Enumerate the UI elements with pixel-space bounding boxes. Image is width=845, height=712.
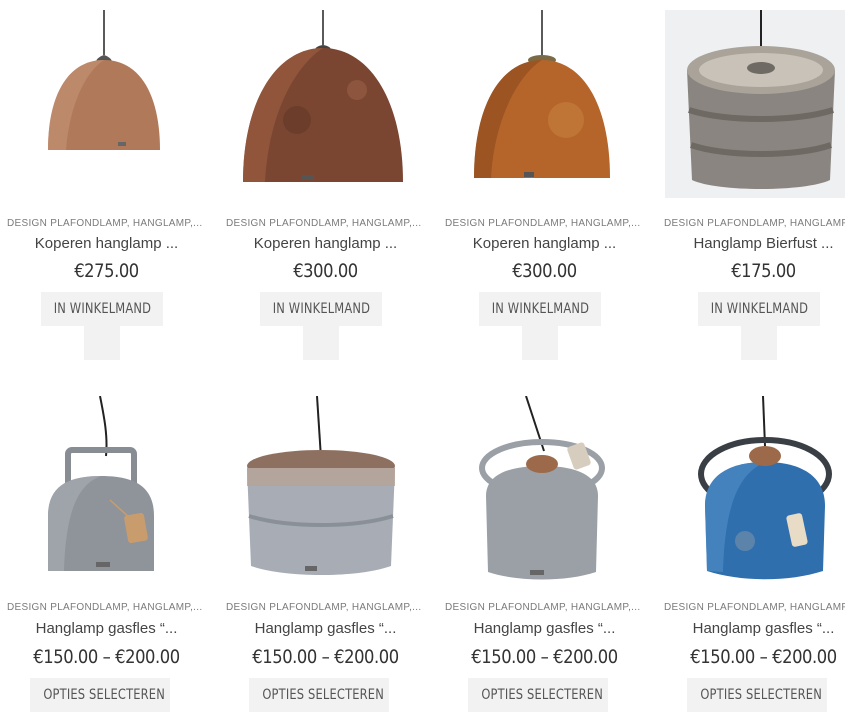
product-categories[interactable]: DESIGN PLAFONDLAMP, HANGLAMP,... (7, 602, 202, 613)
select-options-button[interactable]: OPTIES SELECTEREN (468, 678, 608, 712)
product-categories[interactable]: DESIGN PLAFONDLAMP, HANGLAMP,... (445, 602, 640, 613)
button-shadow-block (522, 326, 558, 360)
copper-dome-lamp-icon (243, 10, 403, 182)
product-title[interactable]: Koperen hanglamp ... (4, 235, 209, 252)
product-price: €150.00 – €200.00 (690, 646, 837, 668)
product-price: €150.00 – €200.00 (471, 646, 618, 668)
product-title[interactable]: Hanglamp gasfles “... (4, 620, 209, 637)
beer-keg-lamp-icon (687, 10, 835, 189)
gas-bottle-lamp-icon (247, 396, 395, 575)
product-image[interactable] (665, 396, 845, 584)
gas-bottle-lamp-icon (479, 396, 605, 580)
add-to-cart-button[interactable]: IN WINKELMAND (698, 292, 820, 326)
product-price: €275.00 (74, 260, 139, 282)
gas-bottle-lamp-icon (48, 396, 154, 571)
product-title[interactable]: Koperen hanglamp ... (223, 235, 428, 252)
gas-bottle-lamp-icon (698, 396, 832, 580)
product-image[interactable] (665, 10, 845, 198)
button-shadow-block (84, 326, 120, 360)
product-image[interactable] (227, 396, 415, 584)
product-grid: DESIGN PLAFONDLAMP, HANGLAMP,... Koperen… (0, 0, 845, 712)
product-title[interactable]: Hanglamp Bierfust ... (661, 235, 845, 252)
product-categories[interactable]: DESIGN PLAFONDLAMP, HANGLAMP,... (226, 218, 421, 229)
select-options-button[interactable]: OPTIES SELECTEREN (687, 678, 827, 712)
product-price: €175.00 (731, 260, 796, 282)
select-options-button[interactable]: OPTIES SELECTEREN (249, 678, 389, 712)
copper-dome-lamp-icon (474, 10, 610, 178)
product-image[interactable] (446, 10, 634, 198)
add-to-cart-button[interactable]: IN WINKELMAND (41, 292, 163, 326)
add-to-cart-button[interactable]: IN WINKELMAND (479, 292, 601, 326)
product-image[interactable] (446, 396, 634, 584)
product-image[interactable] (227, 10, 415, 198)
product-price: €150.00 – €200.00 (33, 646, 180, 668)
button-shadow-block (741, 326, 777, 360)
product-categories[interactable]: DESIGN PLAFONDLAMP, HANGLAMP,... (226, 602, 421, 613)
product-price: €300.00 (512, 260, 577, 282)
product-categories[interactable]: DESIGN PLAFONDLAMP, HANGLAMP,... (445, 218, 640, 229)
product-price: €300.00 (293, 260, 358, 282)
product-image[interactable] (8, 10, 196, 198)
product-title[interactable]: Hanglamp gasfles “... (223, 620, 428, 637)
add-to-cart-button[interactable]: IN WINKELMAND (260, 292, 382, 326)
product-categories[interactable]: DESIGN PLAFONDLAMP, HANGLAMP,... (7, 218, 202, 229)
button-shadow-block (303, 326, 339, 360)
product-categories[interactable]: DESIGN PLAFONDLAMP, HANGLAMP, (664, 602, 845, 613)
select-options-button[interactable]: OPTIES SELECTEREN (30, 678, 170, 712)
product-title[interactable]: Hanglamp gasfles “... (661, 620, 845, 637)
product-price: €150.00 – €200.00 (252, 646, 399, 668)
copper-dome-lamp-icon (48, 10, 160, 150)
product-categories[interactable]: DESIGN PLAFONDLAMP, HANGLAMP, (664, 218, 845, 229)
product-title[interactable]: Koperen hanglamp ... (442, 235, 647, 252)
product-image[interactable] (8, 396, 196, 584)
product-title[interactable]: Hanglamp gasfles “... (442, 620, 647, 637)
